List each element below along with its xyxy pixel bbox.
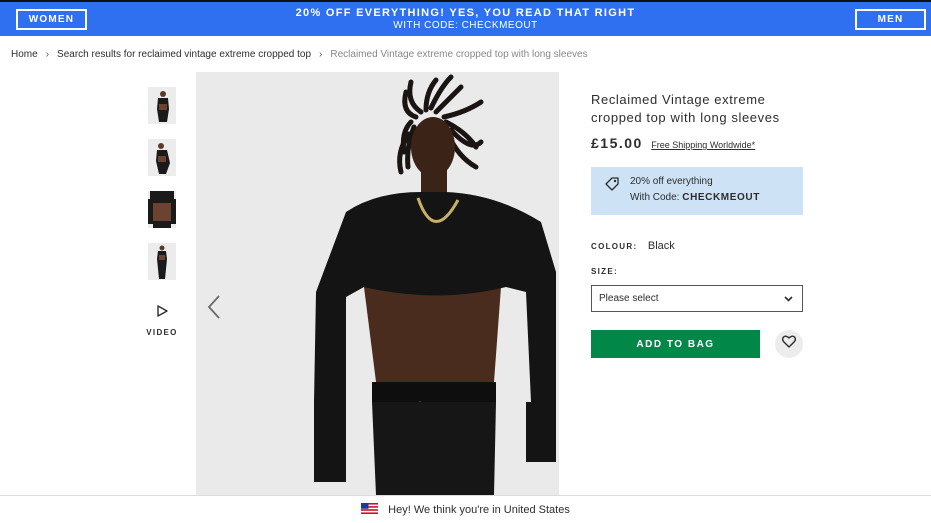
chevron-down-icon [784,295,793,306]
thumbnail-list [148,87,176,295]
promo-code-prefix: With Code: [630,192,680,203]
us-flag-icon [361,501,379,519]
promo-code-box: 20% off everything With Code: CHECKMEOUT [591,167,803,215]
price-tag-icon [604,176,620,197]
colour-label: COLOUR: [591,242,638,251]
men-button[interactable]: MEN [855,9,926,30]
save-for-later-button[interactable] [775,330,803,358]
breadcrumb-current: Reclaimed Vintage extreme cropped top wi… [330,49,588,60]
breadcrumb: Home › Search results for reclaimed vintag… [11,49,588,60]
promo-message[interactable]: 20% OFF EVERYTHING! YES, YOU READ THAT R… [0,7,931,31]
promo-headline: 20% OFF EVERYTHING! YES, YOU READ THAT R… [295,7,636,19]
product-main-image[interactable] [196,72,559,495]
chevron-left-icon [205,295,223,324]
size-select[interactable]: Please select [591,285,803,312]
add-to-bag-button[interactable]: ADD TO BAG [591,330,760,358]
breadcrumb-home[interactable]: Home [11,49,38,60]
promo-code-text: With Code: CHECKMEOUT [630,192,760,203]
breadcrumb-search-results[interactable]: Search results for reclaimed vintage ext… [57,49,311,60]
video-label: VIDEO [146,328,178,337]
size-select-value: Please select [599,293,659,304]
price-row: £15.00 Free Shipping Worldwide* [591,135,755,153]
promo-code: CHECKMEOUT [682,192,760,203]
free-shipping-link[interactable]: Free Shipping Worldwide* [651,140,755,150]
promo-code-line: WITH CODE: CHECKMEOUT [393,20,538,31]
thumbnail-full-body[interactable] [148,243,176,280]
product-price: £15.00 [591,135,643,151]
breadcrumb-separator: › [45,49,50,60]
promo-banner: WOMEN 20% OFF EVERYTHING! YES, YOU READ … [0,0,931,36]
country-notice-bar[interactable]: Hey! We think you're in United States [0,495,931,523]
size-label: SIZE: [591,267,618,276]
breadcrumb-separator: › [319,49,323,60]
thumbnail-front[interactable] [148,87,176,124]
country-notice-text: Hey! We think you're in United States [388,503,570,516]
colour-row: COLOUR: Black [591,236,675,254]
thumbnail-closeup[interactable] [148,191,176,228]
play-triangle-icon [156,304,168,321]
promo-discount-text: 20% off everything [630,176,713,187]
previous-image-button[interactable] [205,294,223,320]
heart-icon [781,335,797,353]
product-title: Reclaimed Vintage extreme cropped top wi… [591,92,780,125]
colour-value: Black [647,240,675,252]
video-button[interactable]: VIDEO [140,304,184,337]
thumbnail-side[interactable] [148,139,176,176]
